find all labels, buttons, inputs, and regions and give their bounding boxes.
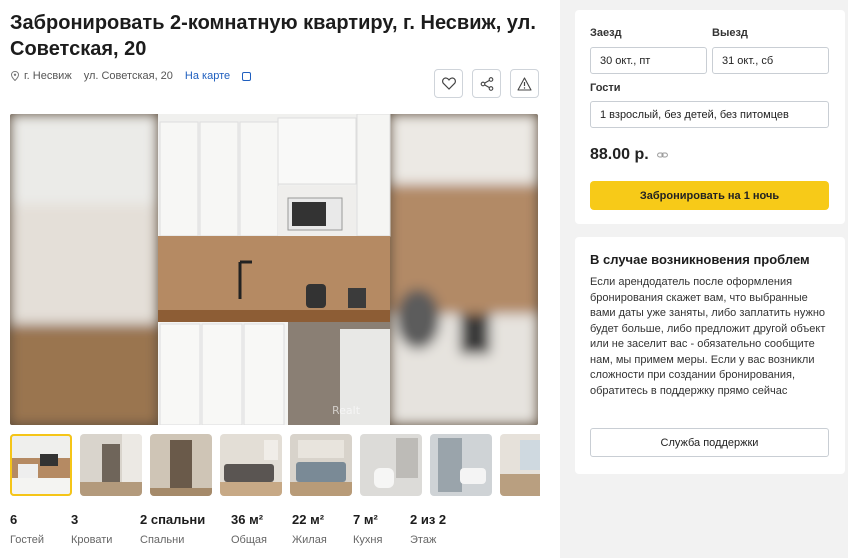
help-card: В случае возникновения проблем Если арен… (575, 237, 845, 474)
favorite-button[interactable] (434, 69, 463, 98)
link-icon[interactable] (656, 151, 668, 159)
checkin-label: Заезд (590, 27, 622, 39)
stat-living-area: 22 м² Жилая (292, 512, 353, 546)
stat-value: 36 м² (231, 512, 264, 527)
stat-total-area: 36 м² Общая (231, 512, 292, 546)
city-label: г. Несвиж (24, 70, 72, 82)
thumbnail-sofa[interactable] (290, 434, 352, 496)
copy-icon[interactable] (242, 71, 252, 81)
guests-field[interactable]: 1 взрослый, без детей, без питомцев (590, 101, 829, 128)
share-icon (480, 76, 493, 91)
stat-label: Жилая (292, 534, 327, 546)
checkout-label: Выезд (712, 27, 748, 39)
main-photo[interactable]: Realt (10, 114, 538, 425)
help-text: Если арендодатель после оформления брони… (590, 276, 826, 397)
stat-floor: 2 из 2 Этаж (410, 512, 470, 546)
street-label: ул. Советская, 20 (83, 70, 173, 82)
pin-icon (10, 71, 20, 81)
stat-label: Кровати (71, 534, 113, 546)
stat-kitchen-area: 7 м² Кухня (353, 512, 410, 546)
stat-label: Этаж (410, 534, 437, 546)
stat-value: 2 спальни (140, 512, 206, 527)
report-button[interactable] (510, 69, 539, 98)
support-button[interactable]: Служба поддержки (590, 428, 829, 457)
stat-value: 6 (10, 512, 18, 527)
heart-icon (441, 77, 456, 90)
help-title: В случае возникновения проблем (590, 252, 810, 267)
checkout-field[interactable]: 31 окт., сб (712, 47, 829, 74)
stat-beds: 3 Кровати (71, 512, 140, 546)
thumbnail-strip (10, 434, 540, 496)
book-button[interactable]: Забронировать на 1 ночь (590, 181, 829, 210)
kitchen-photo: Realt (10, 114, 538, 425)
stat-guests: 6 Гостей (10, 512, 71, 546)
booking-card: Заезд Выезд 30 окт., пт 31 окт., сб Гост… (575, 10, 845, 224)
thumbnail-kitchen[interactable] (10, 434, 72, 496)
thumbnail-living-room[interactable] (220, 434, 282, 496)
checkin-field[interactable]: 30 окт., пт (590, 47, 707, 74)
listing-actions (434, 69, 539, 98)
stat-label: Кухня (353, 534, 383, 546)
photo-watermark: Realt (332, 404, 361, 417)
stat-value: 22 м² (292, 512, 325, 527)
listing-main: Забронировать 2-комнатную квартиру, г. Н… (0, 0, 560, 558)
location-row: г. Несвиж ул. Советская, 20 На карте (10, 70, 252, 82)
stat-label: Общая (231, 534, 267, 546)
price-value: 88.00 р. (590, 146, 649, 163)
stat-label: Спальни (140, 534, 185, 546)
stat-bedrooms: 2 спальни Спальни (140, 512, 231, 546)
price-row: 88.00 р. (590, 146, 668, 164)
thumbnail-shower[interactable] (430, 434, 492, 496)
stat-label: Гостей (10, 534, 45, 546)
thumbnail-window[interactable] (500, 434, 540, 496)
thumbnail-door[interactable] (150, 434, 212, 496)
map-link[interactable]: На карте (185, 70, 230, 82)
share-button[interactable] (472, 69, 501, 98)
page-title: Забронировать 2-комнатную квартиру, г. Н… (10, 12, 536, 60)
guests-label: Гости (590, 82, 621, 94)
thumbnail-bathroom[interactable] (360, 434, 422, 496)
stat-value: 3 (71, 512, 79, 527)
stat-value: 7 м² (353, 512, 378, 527)
listing-stats: 6 Гостей 3 Кровати 2 спальни Спальни 36 … (10, 512, 470, 546)
thumbnail-hallway[interactable] (80, 434, 142, 496)
warning-icon (517, 76, 532, 91)
stat-value: 2 из 2 (410, 512, 447, 527)
